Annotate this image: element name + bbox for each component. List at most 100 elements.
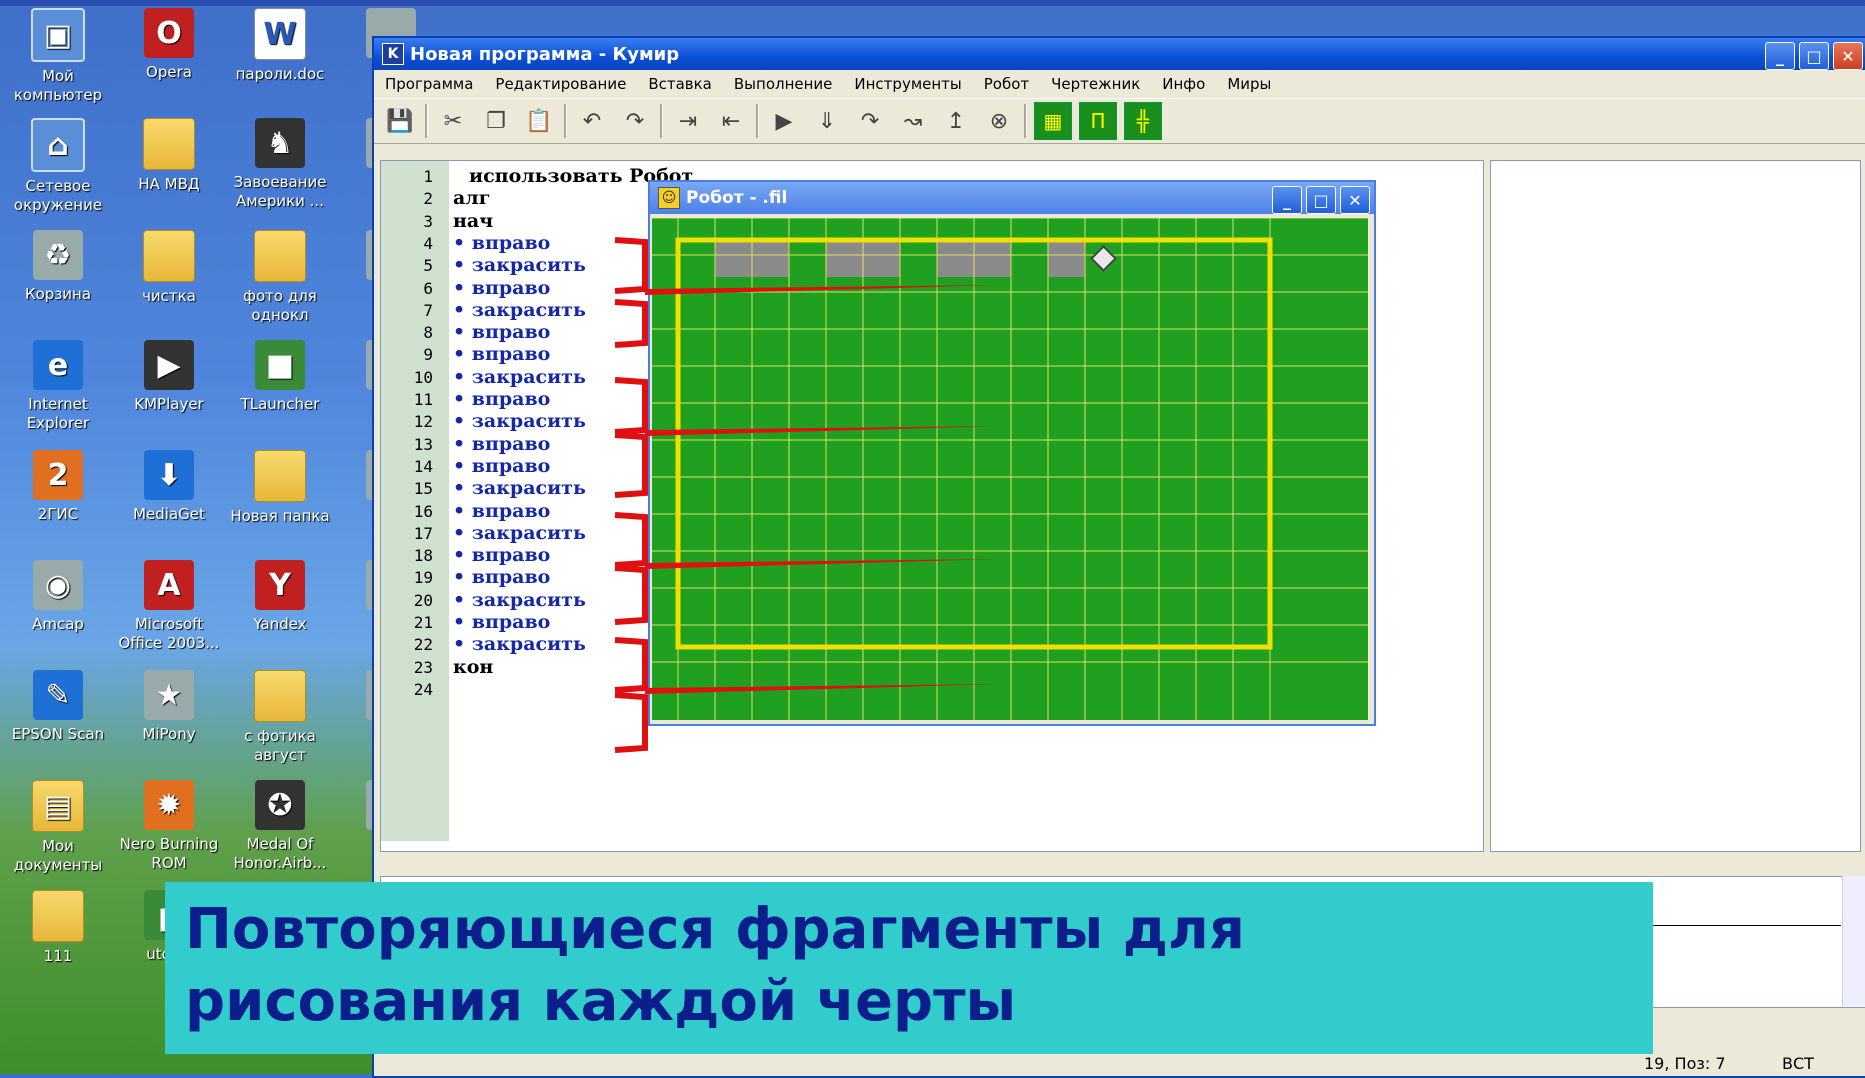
desktop-icon[interactable]: НА МВД bbox=[115, 118, 223, 194]
code-line[interactable]: • вправо bbox=[453, 455, 550, 477]
code-line[interactable]: • закрасить bbox=[453, 254, 586, 276]
desktop-icon[interactable]: 2 2ГИС bbox=[4, 450, 112, 524]
code-line[interactable]: • вправо bbox=[453, 232, 550, 254]
desktop-icon[interactable]: ▤ Мои документы bbox=[4, 780, 112, 875]
stop-icon[interactable]: ⊗ bbox=[981, 103, 1017, 139]
line-number: 7 bbox=[423, 300, 433, 320]
line-number: 22 bbox=[413, 635, 433, 655]
menu-item[interactable]: Чертежник bbox=[1040, 75, 1151, 93]
menu-item[interactable]: Редактирование bbox=[484, 75, 637, 93]
run-icon[interactable]: ▶ bbox=[766, 103, 802, 139]
step-icon[interactable]: ⇓ bbox=[809, 103, 845, 139]
desktop-icon[interactable]: O Opera bbox=[115, 8, 223, 82]
output-scrollbar[interactable] bbox=[1842, 876, 1865, 1006]
desktop-icon[interactable]: ★ MiPony bbox=[115, 670, 223, 744]
menu-item[interactable]: Робот bbox=[973, 75, 1040, 93]
indent-icon[interactable]: ⇥ bbox=[670, 103, 706, 139]
step-out-icon[interactable]: ↥ bbox=[938, 103, 974, 139]
desktop-icon[interactable]: с фотика август bbox=[226, 670, 334, 765]
code-line[interactable]: • вправо bbox=[453, 611, 550, 633]
code-line[interactable]: нач bbox=[453, 210, 493, 232]
desktop-icon-label: MiPony bbox=[142, 725, 196, 743]
code-line[interactable]: • вправо bbox=[453, 343, 550, 365]
toolbar-separator bbox=[425, 104, 428, 138]
code-line[interactable]: кон bbox=[453, 656, 493, 678]
step-over-icon[interactable]: ↝ bbox=[895, 103, 931, 139]
menu-item[interactable]: Выполнение bbox=[723, 75, 844, 93]
outdent-icon[interactable]: ⇤ bbox=[713, 103, 749, 139]
robot-minimize-button[interactable]: _ bbox=[1272, 186, 1302, 214]
desktop-icon[interactable]: Новая папка bbox=[226, 450, 334, 526]
desktop-icon-label: Nero Burning ROM bbox=[119, 835, 219, 872]
step-in-icon[interactable]: ↷ bbox=[852, 103, 888, 139]
desktop-icon[interactable]: чистка bbox=[115, 230, 223, 306]
redo-icon[interactable]: ↷ bbox=[617, 103, 653, 139]
code-line[interactable]: • закрасить bbox=[453, 410, 586, 432]
desktop-icon-label: Корзина bbox=[24, 285, 92, 303]
code-line[interactable]: • закрасить bbox=[453, 366, 586, 388]
desktop-icon-label: KMPlayer bbox=[134, 395, 204, 413]
desktop-icon[interactable]: 111 bbox=[4, 890, 112, 966]
code-line[interactable]: • закрасить bbox=[453, 633, 586, 655]
menu-item[interactable]: Инфо bbox=[1151, 75, 1216, 93]
code-line[interactable]: • закрасить bbox=[453, 299, 586, 321]
code-line[interactable]: • закрасить bbox=[453, 522, 586, 544]
save-icon[interactable]: 💾 bbox=[382, 103, 418, 139]
main-titlebar[interactable]: K Новая программа - Кумир _ □ ✕ bbox=[374, 38, 1865, 70]
desktop-icon-label: Amcap bbox=[32, 615, 84, 633]
code-line[interactable]: • закрасить bbox=[453, 477, 586, 499]
menu-item[interactable]: Инструменты bbox=[843, 75, 972, 93]
code-line[interactable]: • вправо bbox=[453, 433, 550, 455]
desktop-icon[interactable]: ✎ EPSON Scan bbox=[4, 670, 112, 744]
code-line[interactable]: • вправо bbox=[453, 566, 550, 588]
menu-item[interactable]: Программа bbox=[374, 75, 484, 93]
desktop-icon-label: с фотика август bbox=[244, 727, 316, 764]
code-line[interactable]: • вправо bbox=[453, 544, 550, 566]
menu-item[interactable]: Вставка bbox=[637, 75, 723, 93]
copy-icon[interactable]: ❐ bbox=[478, 103, 514, 139]
desktop-icon-label: пароли.doc bbox=[235, 65, 325, 83]
robot-grid-icon[interactable]: ╬ bbox=[1124, 102, 1162, 140]
robot-field-icon[interactable]: ▦ bbox=[1034, 102, 1072, 140]
minimize-button[interactable]: _ bbox=[1765, 42, 1795, 70]
line-number: 23 bbox=[413, 657, 433, 677]
code-line[interactable]: • вправо bbox=[453, 388, 550, 410]
desktop-icon[interactable]: e Internet Explorer bbox=[4, 340, 112, 433]
close-button[interactable]: ✕ bbox=[1833, 42, 1863, 70]
desktop-icon-label: фото для однокл bbox=[243, 287, 317, 324]
cut-icon[interactable]: ✂ bbox=[435, 103, 471, 139]
menu-item[interactable]: Миры bbox=[1216, 75, 1282, 93]
desktop-icon-label: Мои документы bbox=[13, 837, 103, 874]
desktop-icon[interactable]: ▣ Мой компьютер bbox=[4, 8, 112, 105]
robot-marker bbox=[1090, 245, 1117, 272]
robot-close-button[interactable]: ✕ bbox=[1340, 186, 1370, 214]
desktop-icon[interactable]: ✪ Medal Of Honor.Airb... bbox=[226, 780, 334, 873]
desktop-icon[interactable]: ✹ Nero Burning ROM bbox=[115, 780, 223, 873]
desktop-icon[interactable]: Y Yandex bbox=[226, 560, 334, 634]
mipony-icon: ★ bbox=[144, 670, 194, 720]
desktop-icon[interactable]: ⬇ MediaGet bbox=[115, 450, 223, 524]
amcap-icon: ◉ bbox=[33, 560, 83, 610]
desktop-icon[interactable]: ■ TLauncher bbox=[226, 340, 334, 414]
undo-icon[interactable]: ↶ bbox=[574, 103, 610, 139]
desktop-icon[interactable]: фото для однокл bbox=[226, 230, 334, 325]
robot-wall-icon[interactable]: П bbox=[1079, 102, 1117, 140]
robot-titlebar[interactable]: ☺ Робот - .fil _ □ ✕ bbox=[650, 182, 1374, 214]
pdf-icon: A bbox=[144, 560, 194, 610]
desktop-icon[interactable]: ▶ KMPlayer bbox=[115, 340, 223, 414]
paste-icon[interactable]: 📋 bbox=[521, 103, 557, 139]
robot-maximize-button[interactable]: □ bbox=[1306, 186, 1336, 214]
code-line[interactable]: • вправо bbox=[453, 500, 550, 522]
desktop-icon[interactable]: ◉ Amcap bbox=[4, 560, 112, 634]
desktop-icon[interactable]: ♻ Корзина bbox=[4, 230, 112, 304]
desktop-icon-label: Opera bbox=[146, 63, 192, 81]
code-line[interactable]: • закрасить bbox=[453, 589, 586, 611]
desktop-icon[interactable]: ♞ Завоевание Америки ... bbox=[226, 118, 334, 211]
code-line[interactable]: алг bbox=[453, 187, 490, 209]
code-line[interactable]: • вправо bbox=[453, 277, 550, 299]
desktop-icon[interactable]: ⌂ Сетевое окружение bbox=[4, 118, 112, 215]
code-line[interactable]: • вправо bbox=[453, 321, 550, 343]
maximize-button[interactable]: □ bbox=[1799, 42, 1829, 70]
desktop-icon[interactable]: Wпароли.doc bbox=[226, 8, 334, 84]
desktop-icon[interactable]: A Microsoft Office 2003... bbox=[115, 560, 223, 653]
